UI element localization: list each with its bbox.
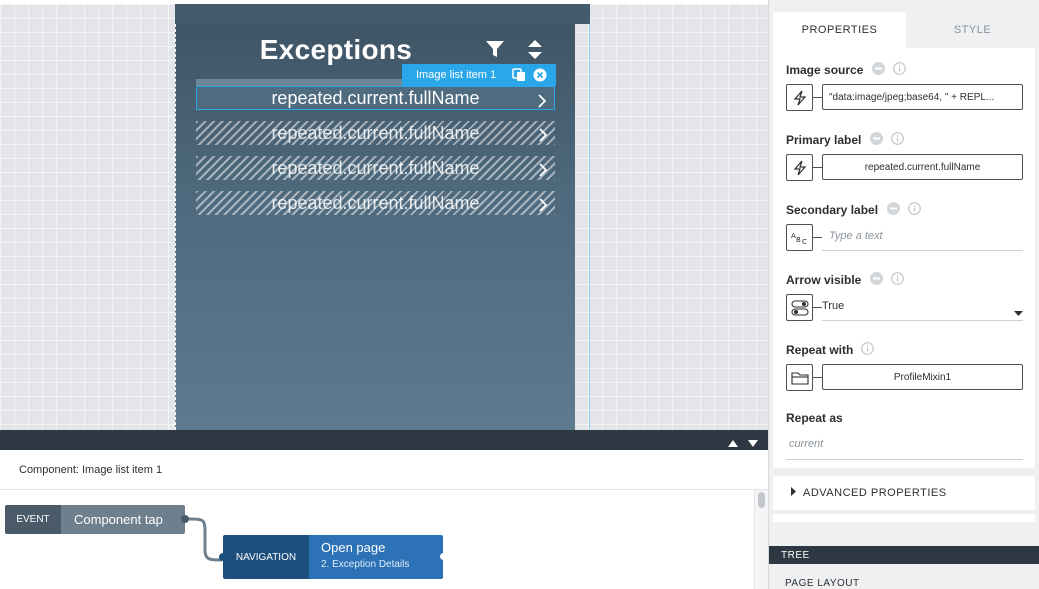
chevron-right-icon [538, 161, 548, 182]
sort-icon[interactable] [527, 39, 543, 65]
event-type-label: EVENT [5, 505, 61, 534]
select-underline [822, 320, 1023, 321]
page-title[interactable]: Exceptions [176, 34, 496, 66]
filter-icon[interactable] [485, 40, 505, 64]
collapsed-card [773, 514, 1035, 522]
image-source-field[interactable]: "data:image/jpeg;base64, " + REPL... [822, 84, 1023, 110]
panel-splitter[interactable] [0, 430, 768, 450]
input-underline [822, 250, 1023, 251]
link-broken-icon[interactable] [870, 272, 884, 288]
image-source-row-label: Image source [786, 62, 907, 78]
folder-icon[interactable] [786, 364, 813, 391]
link-broken-icon[interactable] [872, 62, 886, 78]
tab-style[interactable]: STYLE [906, 12, 1039, 48]
link-broken-icon[interactable] [887, 202, 901, 218]
properties-sidebar: PROPERTIES STYLE Image source "data:imag… [768, 0, 1039, 589]
svg-text:B: B [796, 236, 801, 244]
chevron-right-icon [538, 196, 548, 217]
prop-label: Image source [786, 63, 864, 77]
chevron-right-icon [537, 92, 547, 113]
repeat-with-row-label: Repeat with [786, 342, 875, 358]
phone-screen[interactable]: Exceptions Image list item 1 repeated.cu… [175, 24, 575, 430]
list-header-strip [196, 79, 402, 86]
chevron-right-icon [538, 126, 548, 147]
repeat-as-input[interactable]: current [789, 438, 823, 450]
field-connector [813, 237, 822, 238]
primary-label-field[interactable]: repeated.current.fullName [822, 154, 1023, 180]
input-underline [786, 459, 1023, 460]
selected-component-tag[interactable]: Image list item 1 [402, 64, 556, 86]
action-title: Open page [321, 540, 386, 555]
list-item-label: repeated.current.fullName [271, 87, 480, 108]
prop-label: Repeat as [786, 411, 843, 425]
page-layout-node[interactable]: PAGE LAYOUT [785, 578, 860, 589]
action-output-port[interactable] [440, 553, 447, 560]
component-label: Component: Image list item 1 [19, 464, 163, 476]
info-icon[interactable] [861, 342, 875, 358]
prop-label: Secondary label [786, 203, 879, 217]
info-icon[interactable] [891, 132, 905, 148]
panel-tabs: PROPERTIES STYLE [773, 12, 1039, 48]
text-abc-icon[interactable]: ABC [786, 224, 813, 251]
design-canvas[interactable]: Exceptions Image list item 1 repeated.cu… [0, 4, 768, 430]
prop-label: Repeat with [786, 343, 854, 357]
logic-scrollbar[interactable] [754, 490, 768, 589]
copy-icon[interactable] [512, 68, 526, 85]
field-connector [813, 97, 822, 98]
canvas-guide-line [589, 24, 590, 430]
navigation-action-node[interactable]: NAVIGATION Open page 2. Exception Detail… [223, 535, 443, 579]
advanced-properties-label: ADVANCED PROPERTIES [803, 487, 947, 499]
info-icon[interactable] [893, 62, 907, 78]
list-item[interactable]: repeated.current.fullName [196, 86, 555, 110]
link-broken-icon[interactable] [870, 132, 884, 148]
action-subtitle: 2. Exception Details [321, 559, 410, 570]
event-output-port[interactable] [181, 515, 189, 523]
prop-label: Primary label [786, 133, 862, 147]
tree-header[interactable]: TREE [769, 546, 1039, 564]
field-connector [813, 167, 822, 168]
scrollbar-thumb[interactable] [758, 492, 765, 508]
list-item-label: repeated.current.fullName [271, 192, 480, 213]
selected-tag-label: Image list item 1 [416, 69, 497, 81]
field-connector [813, 307, 822, 308]
caret-right-icon [791, 487, 797, 499]
list-item-label: repeated.current.fullName [271, 157, 480, 178]
phone-status-bar [175, 4, 590, 24]
repeat-with-field[interactable]: ProfileMixin1 [822, 364, 1023, 390]
action-body: Open page 2. Exception Details [309, 535, 443, 579]
svg-text:C: C [802, 238, 807, 245]
properties-card: Image source "data:image/jpeg;base64, " … [773, 48, 1035, 468]
close-circle-icon[interactable] [533, 68, 547, 85]
toggle-icon[interactable] [786, 294, 813, 321]
list-item[interactable]: repeated.current.fullName [196, 121, 555, 145]
info-icon[interactable] [908, 202, 921, 218]
secondary-label-input[interactable]: Type a text [829, 230, 883, 242]
event-node[interactable]: EVENT Component tap [5, 505, 185, 534]
logic-canvas[interactable]: EVENT Component tap NAVIGATION Open page… [0, 490, 754, 589]
bolt-icon[interactable] [786, 154, 813, 181]
arrow-visible-select[interactable]: True [822, 300, 844, 312]
action-input-port[interactable] [219, 553, 227, 561]
info-icon[interactable] [891, 272, 905, 288]
prop-label: Arrow visible [786, 273, 862, 287]
tab-properties[interactable]: PROPERTIES [773, 12, 906, 48]
repeat-as-row-label: Repeat as [786, 411, 843, 425]
list-item[interactable]: repeated.current.fullName [196, 191, 555, 215]
arrow-visible-row-label: Arrow visible [786, 272, 905, 288]
list-item[interactable]: repeated.current.fullName [196, 156, 555, 180]
list-item-label: repeated.current.fullName [271, 122, 480, 143]
action-type-label: NAVIGATION [223, 535, 309, 579]
event-name: Component tap [61, 505, 185, 534]
advanced-properties-toggle[interactable]: ADVANCED PROPERTIES [773, 476, 1035, 510]
field-connector [813, 377, 822, 378]
logic-panel: Component: Image list item 1 EVENT Compo… [0, 450, 768, 589]
bolt-icon[interactable] [786, 84, 813, 111]
primary-label-row-label: Primary label [786, 132, 905, 148]
secondary-label-row-label: Secondary label [786, 202, 921, 218]
